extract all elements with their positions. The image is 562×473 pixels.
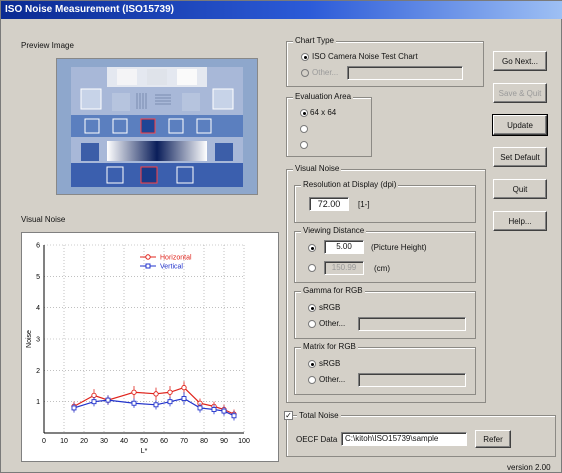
x-tick-label: 50 <box>140 438 148 445</box>
legend-marker-horizontal <box>145 254 151 260</box>
legend-label: Horizontal <box>160 255 192 262</box>
version-label: version 2.00 <box>507 463 551 472</box>
test-chart-image <box>57 59 257 194</box>
y-tick-label: 4 <box>36 305 40 312</box>
matrix-srgb-radio[interactable] <box>308 360 316 368</box>
chart-panel: 0 10 20 30 40 50 60 70 80 90 100 1 2 3 4 5 6 L* Noise Horiz… <box>21 232 279 462</box>
gamma-other-radio[interactable] <box>308 320 316 328</box>
save-quit-button[interactable]: Save & Quit <box>493 83 547 103</box>
x-tick-label: 100 <box>238 438 250 445</box>
visual-noise-chart: 0 10 20 30 40 50 60 70 80 90 100 1 2 3 4 5 6 L* Noise Horiz… <box>26 243 250 456</box>
matrix-group: Matrix for RGB <box>294 342 476 395</box>
evaluation-area-group: Evaluation Area <box>286 92 372 157</box>
oecf-path-input[interactable]: C:\kitoh\ISO15739\sample <box>341 432 467 446</box>
x-tick-label: 80 <box>200 438 208 445</box>
gamma-group: Gamma for RGB <box>294 286 476 339</box>
eval-option2-radio[interactable] <box>300 125 308 133</box>
matrix-other-radio[interactable] <box>308 376 316 384</box>
y-tick-label: 6 <box>36 243 40 250</box>
chart-type-other-label: Other... <box>312 68 339 77</box>
gamma-other-field[interactable] <box>358 317 466 331</box>
data-point-horizontal <box>91 392 97 399</box>
main-window: ISO Noise Measurement (ISO15739) Preview… <box>0 0 562 473</box>
go-next-button[interactable]: Go Next... <box>493 51 547 71</box>
y-tick-label: 2 <box>36 368 40 375</box>
matrix-title: Matrix for RGB <box>301 342 358 351</box>
viewing-distance-group: Viewing Distance <box>294 226 476 283</box>
data-point-vertical <box>211 407 217 412</box>
legend-marker-vertical <box>145 263 151 269</box>
total-noise-label: Total Noise <box>297 411 341 420</box>
viewing-cm-input[interactable]: 150.99 <box>324 261 364 275</box>
viewing-height-radio[interactable] <box>308 244 316 252</box>
data-point-vertical <box>181 396 187 401</box>
resolution-unit: [1-] <box>358 200 370 209</box>
chart-type-other-radio[interactable] <box>301 69 309 77</box>
evaluation-area-title: Evaluation Area <box>293 92 354 101</box>
chart-type-group: Chart Type <box>286 36 484 87</box>
x-tick-label: 0 <box>42 438 46 445</box>
data-point-vertical <box>167 399 173 405</box>
data-point-vertical <box>71 405 77 411</box>
data-point-vertical <box>131 400 137 406</box>
x-tick-label: 40 <box>120 438 128 445</box>
chart-type-iso-radio[interactable] <box>301 53 309 61</box>
help-button[interactable]: Help... <box>493 211 547 231</box>
x-tick-label: 90 <box>220 438 228 445</box>
gamma-other-label: Other... <box>319 319 346 328</box>
matrix-srgb-label: sRGB <box>319 359 341 368</box>
viewing-height-unit: (Picture Height) <box>371 243 427 252</box>
y-tick-label: 1 <box>36 399 40 406</box>
total-noise-checkbox[interactable]: ✓ <box>284 411 293 420</box>
eval-64-radio[interactable] <box>300 109 308 117</box>
data-point-vertical <box>153 402 159 408</box>
window-title: ISO Noise Measurement (ISO15739) <box>1 1 562 19</box>
x-tick-label: 10 <box>60 438 68 445</box>
viewing-distance-title: Viewing Distance <box>301 226 367 235</box>
quit-button[interactable]: Quit <box>493 179 547 199</box>
data-point-vertical <box>91 399 97 405</box>
y-tick-label: 3 <box>36 337 40 344</box>
x-tick-label: 30 <box>100 438 108 445</box>
chart-type-iso-label: ISO Camera Noise Test Chart <box>312 52 418 61</box>
x-tick-label: 20 <box>80 438 88 445</box>
matrix-other-label: Other... <box>319 375 346 384</box>
refer-button[interactable]: Refer <box>475 430 511 448</box>
gamma-srgb-label: sRGB <box>319 303 341 312</box>
chart-type-title: Chart Type <box>293 36 336 45</box>
data-point-vertical <box>231 413 237 419</box>
viewing-cm-radio[interactable] <box>308 264 316 272</box>
eval-64-label: 64 x 64 <box>310 108 337 117</box>
resolution-input[interactable]: 72.00 <box>309 197 349 211</box>
y-tick-label: 5 <box>36 274 40 281</box>
visual-noise-chart-label: Visual Noise <box>21 215 66 224</box>
y-axis-label: Noise <box>26 330 33 348</box>
gamma-title: Gamma for RGB <box>301 286 365 295</box>
x-tick-label: 70 <box>180 438 188 445</box>
visual-noise-title: Visual Noise <box>293 164 342 173</box>
update-button[interactable]: Update <box>492 114 548 136</box>
resolution-title: Resolution at Display (dpi) <box>301 180 399 189</box>
data-point-horizontal <box>167 389 173 395</box>
viewing-height-input[interactable]: 5.00 <box>324 240 364 254</box>
data-point-vertical <box>221 408 227 414</box>
eval-option3-radio[interactable] <box>300 141 308 149</box>
set-default-button[interactable]: Set Default <box>493 147 547 167</box>
oecf-label: OECF Data <box>296 435 338 444</box>
preview-image <box>56 58 258 195</box>
data-point-vertical <box>197 405 203 411</box>
matrix-other-field[interactable] <box>358 373 466 387</box>
chart-type-other-field[interactable] <box>347 66 463 80</box>
x-tick-label: 60 <box>160 438 168 445</box>
viewing-cm-unit: (cm) <box>374 264 390 273</box>
preview-label: Preview Image <box>21 41 74 50</box>
data-point-horizontal <box>153 391 159 397</box>
data-point-horizontal <box>131 389 137 395</box>
data-point-horizontal <box>181 384 187 391</box>
gamma-srgb-radio[interactable] <box>308 304 316 312</box>
data-point-vertical <box>105 397 111 403</box>
x-axis-label: L* <box>141 448 148 455</box>
legend-label: Vertical <box>160 264 183 271</box>
